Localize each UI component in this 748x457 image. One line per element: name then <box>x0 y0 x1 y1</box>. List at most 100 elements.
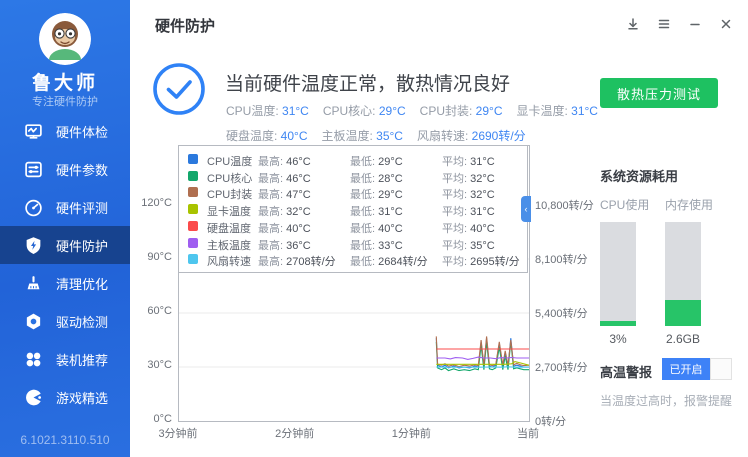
y-axis-left-tick: 90°C <box>147 251 172 263</box>
series-max: 最高: 47°C <box>258 189 311 202</box>
metric-label: CPU封装: <box>419 104 476 118</box>
nut-icon <box>24 312 43 331</box>
alarm-toggle[interactable]: 已开启 <box>662 358 732 380</box>
gauge-fill <box>600 320 636 326</box>
metric-row: CPU温度: 31°C CPU核心: 29°C CPU封装: 29°C 显卡温度… <box>226 102 612 119</box>
legend-row: 主板温度 最高: 36°C 最低: 33°C 平均: 35°C <box>179 236 527 252</box>
metric-value: 29°C <box>475 104 503 118</box>
series-avg: 平均: 31°C <box>442 206 495 218</box>
y-axis-right-tick: 0转/分 <box>535 416 567 428</box>
metric-value: 35°C <box>376 129 403 143</box>
broom-icon <box>24 274 43 293</box>
y-axis-right-tick: 2,700转/分 <box>535 362 588 374</box>
status-ok-check-icon <box>152 62 206 116</box>
gauge-bar <box>665 222 701 326</box>
pacman-icon <box>24 388 43 407</box>
series-max: 最高: 46°C <box>258 172 311 185</box>
y-axis-right-tick: 8,100转/分 <box>535 254 588 266</box>
legend-row: CPU封装 最高: 47°C 最低: 29°C 平均: 32°C <box>179 185 527 202</box>
window-controls <box>621 13 738 37</box>
series-name: CPU封装 <box>207 189 253 202</box>
series-min: 最低: 28°C <box>350 172 403 185</box>
series-name: 显卡温度 <box>207 206 251 218</box>
series-avg: 平均: 31°C <box>442 155 495 168</box>
y-axis-left-tick: 120°C <box>141 197 172 209</box>
app-name: 鲁大师 <box>31 73 98 94</box>
series-min: 最低: 33°C <box>350 239 403 252</box>
sliders-icon <box>24 160 43 179</box>
sidebar: 鲁大师 专注硬件防护 硬件体检 硬件参数 硬件评测 硬件防护 清理优化 驱动检测… <box>0 0 130 457</box>
alarm-title: 高温警报 <box>600 365 653 380</box>
app-tagline: 专注硬件防护 <box>32 96 98 108</box>
alarm-toggle-label: 已开启 <box>662 358 710 380</box>
legend-row: 风扇转速 最高: 2708转/分 最低: 2684转/分 平均: 2695转/分 <box>179 252 527 269</box>
series-avg: 平均: 32°C <box>442 189 495 202</box>
sidebar-item-zhuangji[interactable]: 装机推荐 <box>0 340 130 378</box>
x-axis-tick: 2分钟前 <box>275 428 315 440</box>
clover-icon <box>24 350 43 369</box>
legend-collapse-tab[interactable]: ‹ <box>521 196 531 222</box>
temperature-chart: CPU温度 最高: 46°C 最低: 29°C 平均: 31°C CPU核心 最… <box>178 145 530 422</box>
resource-gauges: CPU使用 3% 内存使用 2.6GB <box>600 196 714 346</box>
y-axis-left-tick: 0°C <box>153 413 172 425</box>
series-color-chip <box>188 237 198 248</box>
shield-bolt-icon <box>24 236 43 255</box>
metric: CPU封装: 29°C <box>420 102 503 119</box>
sidebar-item-fanghu[interactable]: 硬件防护 <box>0 226 130 264</box>
sidebar-item-qingli[interactable]: 清理优化 <box>0 264 130 302</box>
minimize-icon <box>687 16 703 35</box>
series-max: 最高: 40°C <box>258 222 311 235</box>
metric-value: 40°C <box>280 129 308 143</box>
sidebar-item-label: 清理优化 <box>56 276 109 292</box>
monitor-pulse-icon <box>24 122 43 141</box>
x-axis-tick: 1分钟前 <box>391 428 431 440</box>
sidebar-item-pingce[interactable]: 硬件评测 <box>0 188 130 226</box>
sidebar-item-label: 驱动检测 <box>56 314 109 330</box>
alarm-description: 当温度过高时，报警提醒 <box>600 394 733 408</box>
series-avg: 平均: 35°C <box>442 239 495 252</box>
sidebar-item-tijian[interactable]: 硬件体检 <box>0 112 130 150</box>
sidebar-item-qudong[interactable]: 驱动检测 <box>0 302 130 340</box>
gauge-icon <box>24 198 43 217</box>
metric: CPU温度: 31°C <box>226 102 309 119</box>
sidebar-menu: 硬件体检 硬件参数 硬件评测 硬件防护 清理优化 驱动检测 装机推荐 游戏精选 <box>0 112 130 416</box>
app-window: 鲁大师 专注硬件防护 硬件体检 硬件参数 硬件评测 硬件防护 清理优化 驱动检测… <box>0 0 748 457</box>
metric-label: 显卡温度: <box>516 104 572 118</box>
gauge-label: 内存使用 <box>665 198 714 212</box>
series-avg: 平均: 40°C <box>442 222 495 235</box>
gauge-label: CPU使用 <box>600 198 650 212</box>
sidebar-item-canshu[interactable]: 硬件参数 <box>0 150 130 188</box>
gauge-fill <box>665 300 701 326</box>
app-mascot-avatar <box>39 13 91 65</box>
series-name: 风扇转速 <box>207 256 251 269</box>
metric: 主板温度: 35°C <box>321 127 402 144</box>
metric-label: CPU温度: <box>226 104 283 118</box>
series-color-chip <box>188 220 198 231</box>
series-color-chip <box>188 187 198 198</box>
resource-gauge: 内存使用 2.6GB <box>665 196 714 346</box>
close-icon <box>718 16 734 35</box>
status-headline: 当前硬件温度正常，散热情况良好 <box>225 74 511 95</box>
metric: CPU核心: 29°C <box>323 102 406 119</box>
close-button[interactable] <box>714 13 738 37</box>
sidebar-item-youxi[interactable]: 游戏精选 <box>0 378 130 416</box>
metric-label: CPU核心: <box>322 104 379 118</box>
menu-button[interactable] <box>652 13 676 37</box>
y-axis-left-tick: 60°C <box>147 305 172 317</box>
resource-gauge: CPU使用 3% <box>600 196 650 346</box>
minimize-button[interactable] <box>683 13 707 37</box>
metric-label: 风扇转速: <box>416 129 472 143</box>
series-color-chip <box>188 254 198 265</box>
metric-value: 31°C <box>282 104 309 118</box>
legend-row: 硬盘温度 最高: 40°C 最低: 40°C 平均: 40°C <box>179 219 527 235</box>
legend-row: CPU温度 最高: 46°C 最低: 29°C 平均: 31°C <box>179 152 527 168</box>
series-min: 最低: 31°C <box>350 206 403 218</box>
y-axis-left-tick: 30°C <box>147 359 172 371</box>
stress-test-button[interactable]: 散热压力测试 <box>600 78 718 108</box>
series-max: 最高: 46°C <box>258 155 311 168</box>
series-min: 最低: 40°C <box>350 222 403 235</box>
sidebar-item-label: 硬件体检 <box>56 124 109 140</box>
chart-legend: CPU温度 最高: 46°C 最低: 29°C 平均: 31°C CPU核心 最… <box>178 145 528 273</box>
download-button[interactable] <box>621 13 645 37</box>
metric-row: 硬盘温度: 40°C 主板温度: 35°C 风扇转速: 2690转/分 <box>226 127 612 144</box>
